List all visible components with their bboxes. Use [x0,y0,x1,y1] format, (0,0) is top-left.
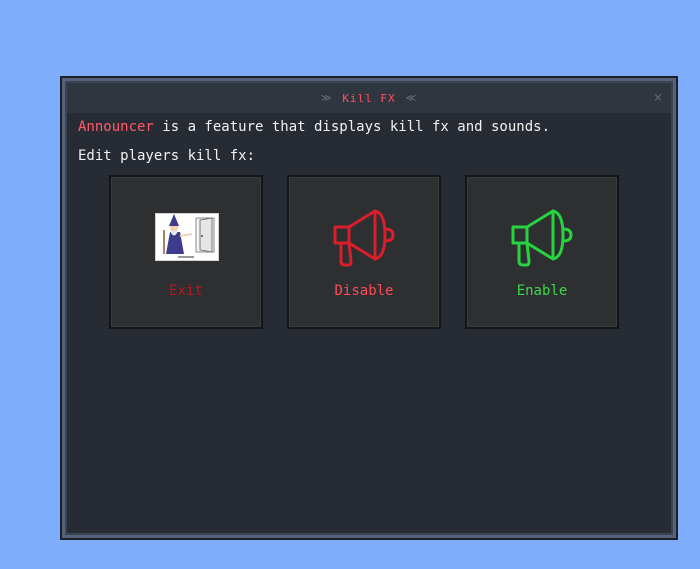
window-content: Announcer is a feature that displays kil… [67,113,671,533]
announcer-highlight: Announcer [78,119,154,135]
description-rest: is a feature that displays kill fx and s… [153,119,551,135]
wizard-door-image [155,213,219,261]
description-text: Announcer is a feature that displays kil… [78,119,550,135]
window-title-group: ≫ Kill FX ≪ [321,92,417,105]
exit-label: Exit [169,283,203,299]
edit-prompt: Edit players kill fx: [78,148,256,164]
title-bar: ≫ Kill FX ≪ × [67,83,671,113]
close-icon[interactable]: × [651,90,665,105]
megaphone-icon [333,209,395,267]
enable-label: Enable [516,283,568,299]
chevron-right-icon: ≫ [320,92,333,104]
enable-button[interactable]: Enable [465,175,619,329]
kill-fx-window: ≫ Kill FX ≪ × Announcer is a feature tha… [60,76,678,540]
exit-button[interactable]: Exit [109,175,263,329]
window-title: Kill FX [342,91,396,105]
disable-label: Disable [334,283,394,299]
chevron-left-icon: ≪ [405,92,418,104]
disable-button[interactable]: Disable [287,175,441,329]
megaphone-icon [511,209,573,267]
